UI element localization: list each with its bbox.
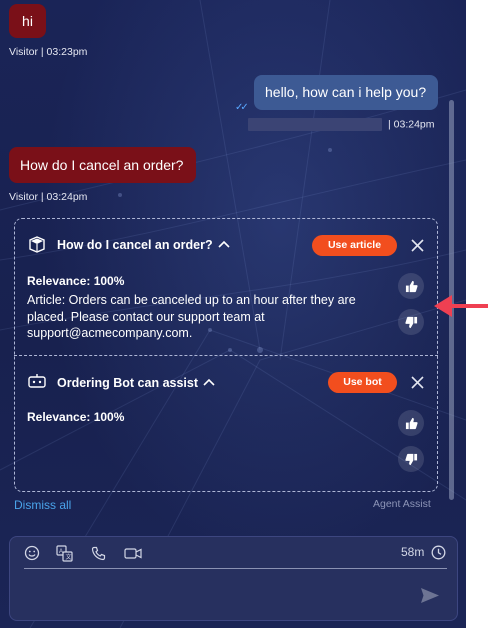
message-meta: Visitor | 03:24pm xyxy=(9,191,88,203)
thumbs-down-icon xyxy=(404,316,417,328)
agent-assist-label: Agent Assist xyxy=(373,498,431,510)
composer-divider xyxy=(24,568,447,569)
send-icon[interactable] xyxy=(419,585,441,605)
bot-icon xyxy=(28,374,46,388)
clock-icon xyxy=(430,544,446,560)
thumbs-up-icon xyxy=(405,417,418,429)
use-article-button[interactable]: Use article xyxy=(312,235,397,256)
read-receipt-icon: ✓✓ xyxy=(235,102,249,113)
agent-message-bubble: hello, how can i help you? xyxy=(254,75,438,110)
suggestion-divider xyxy=(14,355,438,356)
translate-icon[interactable]: A 文 xyxy=(55,544,73,562)
emoji-icon[interactable] xyxy=(23,544,41,562)
thumbs-up-button[interactable] xyxy=(398,410,424,436)
session-timer: 58m xyxy=(401,545,425,559)
chat-panel: hi Visitor | 03:23pm hello, how can i he… xyxy=(0,0,466,628)
redacted-agent-name xyxy=(248,118,382,131)
article-body: Article: Orders can be canceled up to an… xyxy=(27,293,356,340)
chevron-up-icon[interactable] xyxy=(218,240,230,249)
message-meta: | 03:24pm xyxy=(248,118,435,131)
message-meta: Visitor | 03:23pm xyxy=(9,46,88,58)
annotation-arrow-icon xyxy=(434,295,488,317)
video-icon[interactable] xyxy=(123,545,142,561)
chevron-up-icon[interactable] xyxy=(203,378,215,387)
close-icon[interactable] xyxy=(411,376,424,389)
bot-title[interactable]: Ordering Bot can assist xyxy=(57,376,198,390)
close-icon[interactable] xyxy=(411,239,424,252)
use-bot-button[interactable]: Use bot xyxy=(328,372,397,393)
phone-icon[interactable] xyxy=(89,544,107,562)
message-composer[interactable] xyxy=(9,536,458,621)
visitor-message-bubble: How do I cancel an order? xyxy=(9,147,196,183)
thumbs-down-button[interactable] xyxy=(398,446,424,472)
thumbs-down-button[interactable] xyxy=(398,309,424,335)
message-text: hello, how can i help you? xyxy=(265,84,427,100)
thumbs-up-button[interactable] xyxy=(398,273,424,299)
message-text: How do I cancel an order? xyxy=(20,157,184,173)
article-relevance: Relevance: 100% xyxy=(27,274,125,288)
svg-text:文: 文 xyxy=(65,553,71,561)
bot-relevance: Relevance: 100% xyxy=(27,410,125,424)
dismiss-all-link[interactable]: Dismiss all xyxy=(14,498,71,512)
article-title[interactable]: How do I cancel an order? xyxy=(57,238,213,252)
thumbs-up-icon xyxy=(405,280,418,292)
message-time: | 03:24pm xyxy=(388,118,435,131)
thumbs-down-icon xyxy=(404,453,417,465)
book-icon xyxy=(29,236,45,253)
visitor-message-bubble: hi xyxy=(9,4,46,38)
message-text: hi xyxy=(22,13,33,29)
svg-text:A: A xyxy=(59,549,63,555)
